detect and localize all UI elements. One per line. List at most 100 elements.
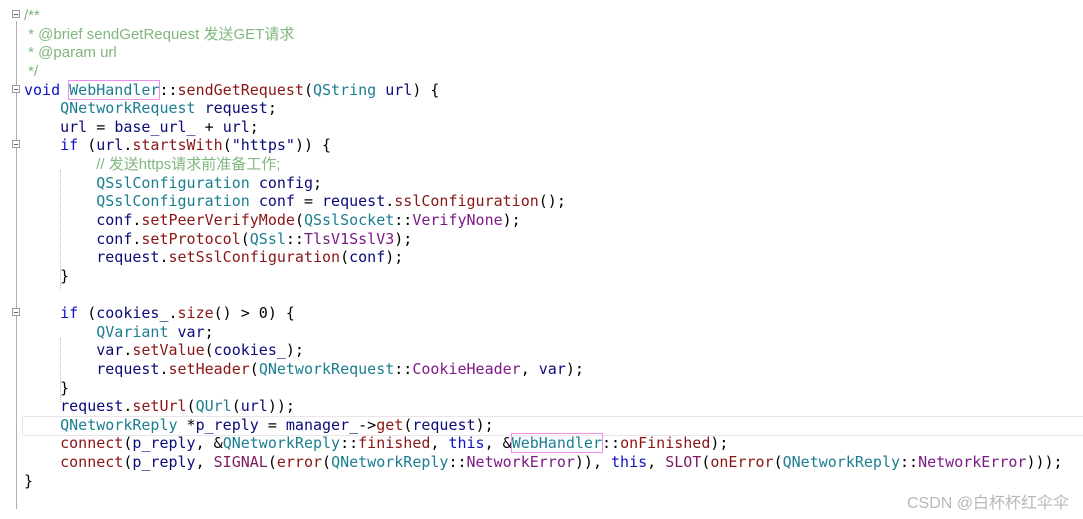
code-line[interactable]: QSslConfiguration config;: [0, 174, 1083, 193]
code-token: this: [448, 434, 485, 453]
code-token: connect: [60, 434, 124, 453]
code-token: manager_: [285, 415, 359, 434]
code-token: (: [322, 453, 332, 471]
code-token: }: [24, 378, 70, 397]
code-line[interactable]: connect(p_reply, &QNetworkReply::finishe…: [0, 433, 1083, 454]
code-token: setSslConfiguration: [168, 248, 341, 267]
code-token: get: [376, 415, 404, 434]
code-line[interactable]: /**: [0, 6, 1083, 25]
code-text: QNetworkReply *p_reply = manager_->get(r…: [24, 416, 494, 435]
code-token: (: [773, 453, 783, 471]
code-token: QNetworkRequest: [258, 359, 395, 378]
code-token: url: [222, 117, 250, 136]
code-token: .: [168, 304, 178, 322]
fold-collapse-icon[interactable]: [12, 308, 20, 316]
code-token: conf: [96, 229, 133, 248]
code-token: // 发送https请求前准备工作;: [96, 156, 281, 173]
current-code-line[interactable]: QNetworkReply *p_reply = manager_->get(r…: [0, 415, 1083, 436]
code-token: NetworkError: [918, 453, 1027, 471]
code-line[interactable]: QVariant var;: [0, 323, 1083, 342]
code-line[interactable]: request.setSslConfiguration(conf);: [0, 248, 1083, 267]
code-line[interactable]: request.setUrl(QUrl(url));: [0, 397, 1083, 416]
code-token: ;: [267, 99, 277, 118]
code-text: }: [24, 267, 69, 286]
code-token: ;: [249, 117, 259, 136]
code-token: );: [502, 210, 521, 229]
code-line[interactable]: }: [0, 267, 1083, 286]
code-token: SIGNAL: [213, 453, 268, 471]
code-line[interactable]: [0, 285, 1083, 304]
code-line[interactable]: */: [0, 62, 1083, 81]
code-token: setProtocol: [141, 229, 241, 248]
code-token: )) {: [294, 136, 332, 155]
code-token: request: [96, 359, 160, 378]
code-token: ::: [159, 80, 178, 99]
code-line[interactable]: connect(p_reply, SIGNAL(error(QNetworkRe…: [0, 453, 1083, 472]
code-line[interactable]: }: [0, 379, 1083, 398]
code-token: )));: [1026, 453, 1063, 471]
code-token: conf: [96, 210, 133, 229]
code-line[interactable]: * @param url: [0, 43, 1083, 62]
fold-collapse-icon[interactable]: [12, 140, 20, 149]
code-token: url: [96, 136, 124, 155]
code-text: QNetworkRequest request;: [24, 99, 277, 118]
code-line[interactable]: url = base_url_ + url;: [0, 118, 1083, 137]
code-text: * @brief sendGetRequest 发送GET请求: [24, 25, 294, 45]
code-text: url = base_url_ + url;: [24, 118, 259, 137]
code-line[interactable]: QNetworkRequest request;: [0, 99, 1083, 118]
code-token: );: [475, 415, 494, 434]
code-line[interactable]: void WebHandler::sendGetRequest(QString …: [0, 79, 1083, 100]
code-text: if (cookies_.size() > 0) {: [24, 304, 295, 323]
code-token: , &: [484, 434, 512, 453]
fold-collapse-icon[interactable]: [12, 10, 20, 18]
code-text: request.setSslConfiguration(conf);: [24, 248, 403, 267]
code-text: QSslConfiguration conf = request.sslConf…: [24, 192, 566, 211]
code-token: onFinished: [620, 434, 711, 453]
code-token: config: [258, 173, 313, 192]
code-token: request: [412, 415, 476, 434]
code-token: sslConfiguration: [394, 192, 539, 211]
code-line[interactable]: conf.setProtocol(QSsl::TlsV1SslV3);: [0, 230, 1083, 249]
code-token: );: [285, 341, 304, 360]
code-line[interactable]: QSslConfiguration conf = request.sslConf…: [0, 192, 1083, 211]
code-token: setHeader: [168, 359, 250, 378]
code-token: this: [611, 453, 648, 471]
code-token: (: [204, 341, 214, 360]
code-line[interactable]: if (cookies_.size() > 0) {: [0, 304, 1083, 323]
code-line[interactable]: * @brief sendGetRequest 发送GET请求: [0, 25, 1083, 44]
code-token: url: [60, 117, 88, 136]
code-token: (: [267, 453, 277, 471]
code-editor[interactable]: /** * @brief sendGetRequest 发送GET请求 * @p…: [0, 6, 1083, 490]
code-token: *: [177, 415, 196, 434]
code-line[interactable]: request.setHeader(QNetworkRequest::Cooki…: [0, 360, 1083, 379]
code-token: }: [24, 471, 34, 490]
code-line[interactable]: conf.setPeerVerifyMode(QSslSocket::Verif…: [0, 211, 1083, 230]
code-text: request.setUrl(QUrl(url));: [24, 397, 295, 416]
code-token: ,: [647, 453, 666, 471]
code-token: VerifyNone: [412, 210, 503, 229]
code-line[interactable]: }: [0, 472, 1083, 491]
highlighted-symbol: WebHandler: [68, 79, 161, 100]
fold-collapse-icon[interactable]: [12, 84, 20, 93]
code-line[interactable]: // 发送https请求前准备工作;: [0, 155, 1083, 174]
code-token: ::: [602, 434, 621, 453]
code-line[interactable]: if (url.startsWith("https")) {: [0, 136, 1083, 155]
code-token: ;: [313, 173, 323, 192]
code-text: }: [24, 379, 69, 398]
code-token: request: [96, 248, 160, 267]
code-token: onError: [710, 453, 774, 471]
code-token: =: [87, 117, 115, 136]
code-token: =: [294, 192, 323, 211]
code-line[interactable]: var.setValue(cookies_);: [0, 341, 1083, 360]
